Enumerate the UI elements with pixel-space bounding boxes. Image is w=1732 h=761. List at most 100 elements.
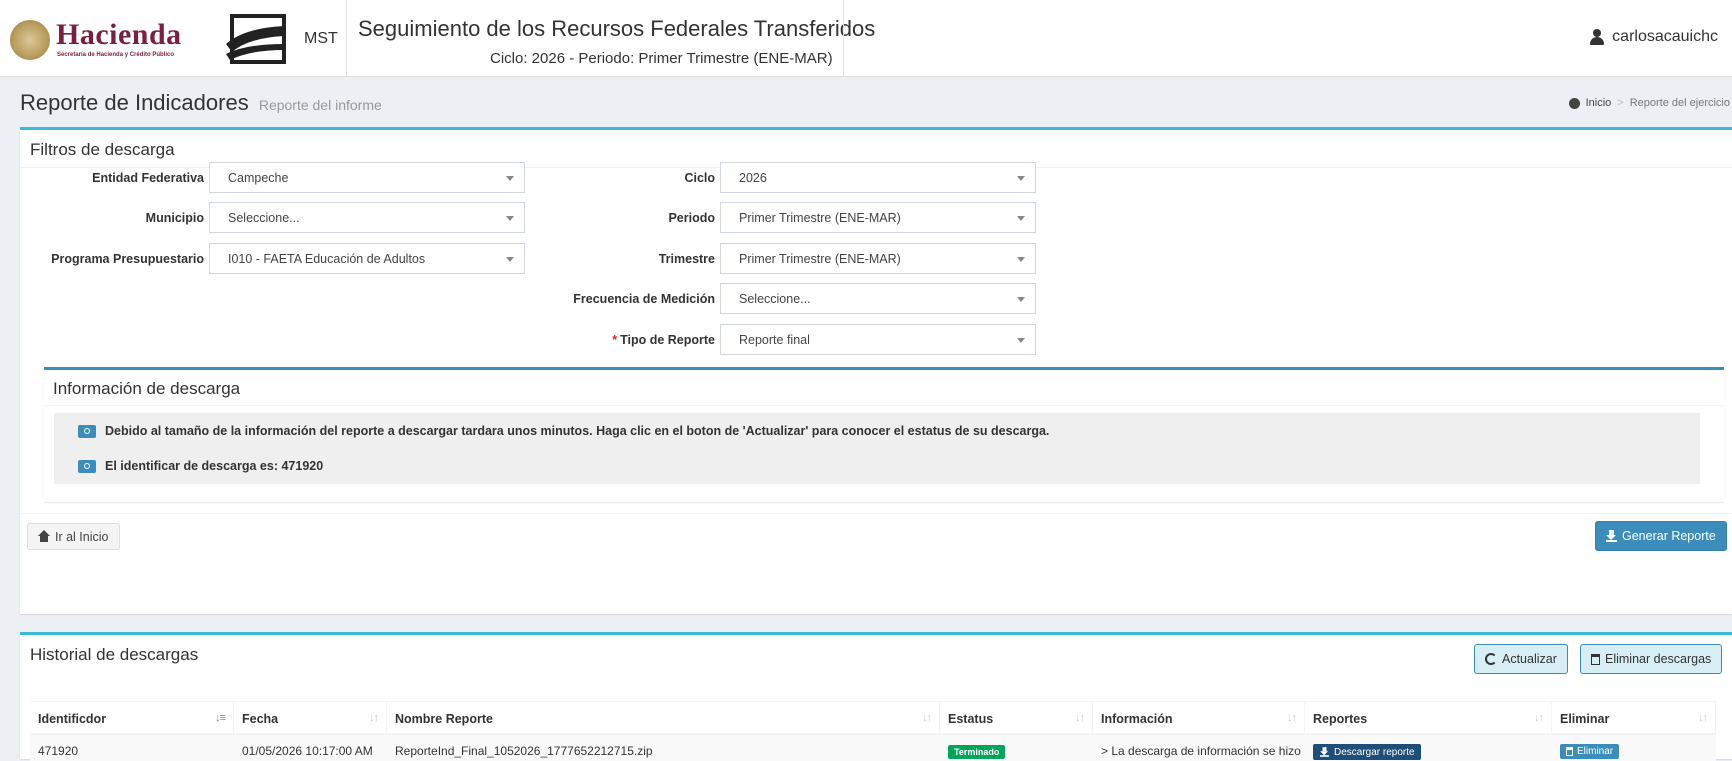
info-id-row: El identificar de descarga es: 471920 — [54, 448, 1700, 484]
cell-date: 01/05/2026 10:17:00 AM — [242, 744, 373, 758]
column-header-label: Identificdor — [38, 712, 107, 726]
entidad-label: Entidad Federativa — [92, 171, 204, 185]
sort-icon: ↓≡ — [215, 712, 226, 724]
breadcrumb: Inicio > Reporte del ejercicio — [1568, 97, 1730, 109]
column-header-id[interactable]: Identificdor ↓≡ — [30, 702, 234, 733]
refresh-button[interactable]: Actualizar — [1474, 644, 1568, 674]
delete-row-label: Eliminar — [1577, 746, 1614, 757]
delete-downloads-label: Eliminar descargas — [1605, 652, 1712, 666]
column-header-label: Fecha — [242, 712, 279, 726]
entidad-value: Campeche — [228, 171, 289, 185]
breadcrumb-current: Reporte del ejercicio — [1629, 97, 1730, 109]
home-button[interactable]: Ir al Inicio — [27, 523, 120, 550]
mst-logo[interactable]: MST — [222, 12, 340, 66]
frecuencia-select[interactable]: Seleccione... — [720, 283, 1036, 314]
ciclo-label: Ciclo — [684, 171, 715, 185]
cell-name: ReporteInd_Final_1052026_1777652212715.z… — [395, 744, 653, 758]
delete-downloads-button[interactable]: Eliminar descargas — [1580, 644, 1723, 674]
column-header-label: Estatus — [948, 712, 994, 726]
column-header-label: Nombre Reporte — [395, 712, 493, 726]
periodo-value: Primer Trimestre (ENE-MAR) — [739, 211, 901, 225]
periodo-select[interactable]: Primer Trimestre (ENE-MAR) — [720, 202, 1036, 233]
logo-name: Hacienda — [56, 18, 182, 51]
seal-icon — [10, 20, 50, 60]
ciclo-select[interactable]: 2026 — [720, 162, 1036, 193]
sort-icon: ↓↑ — [922, 712, 932, 724]
chevron-down-icon — [506, 257, 514, 262]
chevron-down-icon — [506, 216, 514, 221]
trash-icon — [1591, 653, 1600, 665]
page-subtitle: Reporte del informe — [258, 97, 382, 113]
trash-icon — [1566, 747, 1573, 756]
hacienda-logo[interactable]: Hacienda Secretaría de Hacienda y Crédit… — [10, 14, 210, 66]
column-header-name[interactable]: Nombre Reporte ↓↑ — [387, 702, 940, 733]
cell-reports: Descargar reporte — [1305, 735, 1552, 761]
municipio-value: Seleccione... — [228, 211, 300, 225]
trimestre-value: Primer Trimestre (ENE-MAR) — [739, 252, 901, 266]
generate-report-button[interactable]: Generar Reporte — [1595, 521, 1727, 551]
refresh-icon — [1485, 653, 1497, 665]
column-header-info[interactable]: Información ↓↑ — [1093, 702, 1305, 733]
trimestre-label: Trimestre — [658, 252, 715, 266]
column-header-label: Información — [1101, 712, 1173, 726]
column-header-label: Reportes — [1313, 712, 1368, 726]
username: carlosacauichc — [1612, 28, 1718, 45]
download-icon — [1320, 747, 1329, 757]
municipio-select[interactable]: Seleccione... — [209, 202, 525, 233]
entidad-select[interactable]: Campeche — [209, 162, 525, 193]
header-divider — [843, 0, 844, 77]
column-header-reports[interactable]: Reportes ↓↑ — [1305, 702, 1552, 733]
breadcrumb-separator: > — [1617, 97, 1624, 109]
status-badge: Terminado — [948, 745, 1006, 759]
sort-icon: ↓↑ — [369, 712, 379, 724]
system-title: Seguimiento de los Recursos Federales Tr… — [358, 16, 876, 41]
user-icon — [1590, 29, 1605, 45]
camera-icon — [78, 424, 96, 438]
chevron-down-icon — [1017, 338, 1025, 343]
download-id-message: El identificar de descarga es: 471920 — [105, 459, 324, 473]
chevron-down-icon — [1017, 257, 1025, 262]
download-report-label: Descargar reporte — [1334, 746, 1415, 758]
user-menu[interactable]: carlosacauichc — [1590, 28, 1718, 46]
sort-icon: ↓↑ — [1534, 712, 1544, 724]
info-title: Información de descarga — [44, 370, 1724, 406]
municipio-label: Municipio — [145, 211, 204, 225]
periodo-label: Periodo — [668, 211, 715, 225]
trimestre-select[interactable]: Primer Trimestre (ENE-MAR) — [720, 243, 1036, 274]
download-info-box: Información de descarga Debido al tamaño… — [44, 367, 1724, 502]
page-title-text: Reporte de Indicadores — [20, 90, 249, 115]
cell-info: > La descarga de información se hizo — [1101, 744, 1301, 758]
frecuencia-label: Frecuencia de Medición — [573, 292, 715, 306]
tipo-label-text: Tipo de Reporte — [620, 333, 715, 347]
programa-label: Programa Presupuestario — [51, 252, 204, 266]
download-icon — [1606, 530, 1617, 542]
filters-box: Filtros de descarga Entidad Federativa C… — [20, 127, 1732, 614]
cell-delete: Eliminar — [1552, 735, 1716, 761]
cell-id: 471920 — [38, 744, 79, 758]
generate-button-label: Generar Reporte — [1622, 529, 1716, 543]
breadcrumb-home[interactable]: Inicio — [1586, 97, 1612, 109]
tipo-value: Reporte final — [739, 333, 810, 347]
refresh-button-label: Actualizar — [1502, 652, 1557, 666]
chevron-down-icon — [1017, 176, 1025, 181]
header-divider — [346, 0, 347, 77]
info-message: Debido al tamaño de la información del r… — [105, 424, 1050, 438]
download-report-button[interactable]: Descargar reporte — [1313, 744, 1421, 760]
camera-icon — [78, 459, 96, 473]
required-mark: * — [612, 333, 618, 347]
delete-row-button[interactable]: Eliminar — [1560, 744, 1620, 759]
frecuencia-value: Seleccione... — [739, 292, 811, 306]
programa-select[interactable]: I010 - FAETA Educación de Adultos — [209, 243, 525, 274]
column-header-status[interactable]: Estatus ↓↑ — [940, 702, 1093, 733]
top-navbar: Hacienda Secretaría de Hacienda y Crédit… — [0, 0, 1732, 77]
history-title: Historial de descargas — [30, 645, 199, 664]
dashboard-icon — [1568, 97, 1580, 109]
filters-footer: Ir al Inicio Generar Reporte — [20, 513, 1732, 563]
tipo-select[interactable]: Reporte final — [720, 324, 1036, 355]
home-button-label: Ir al Inicio — [55, 529, 109, 544]
chevron-down-icon — [1017, 216, 1025, 221]
column-header-date[interactable]: Fecha ↓↑ — [234, 702, 387, 733]
tipo-label: * Tipo de Reporte — [550, 333, 715, 347]
page-title: Reporte de Indicadores Reporte del infor… — [20, 90, 382, 116]
column-header-delete[interactable]: Eliminar ↓↑ — [1552, 702, 1716, 733]
